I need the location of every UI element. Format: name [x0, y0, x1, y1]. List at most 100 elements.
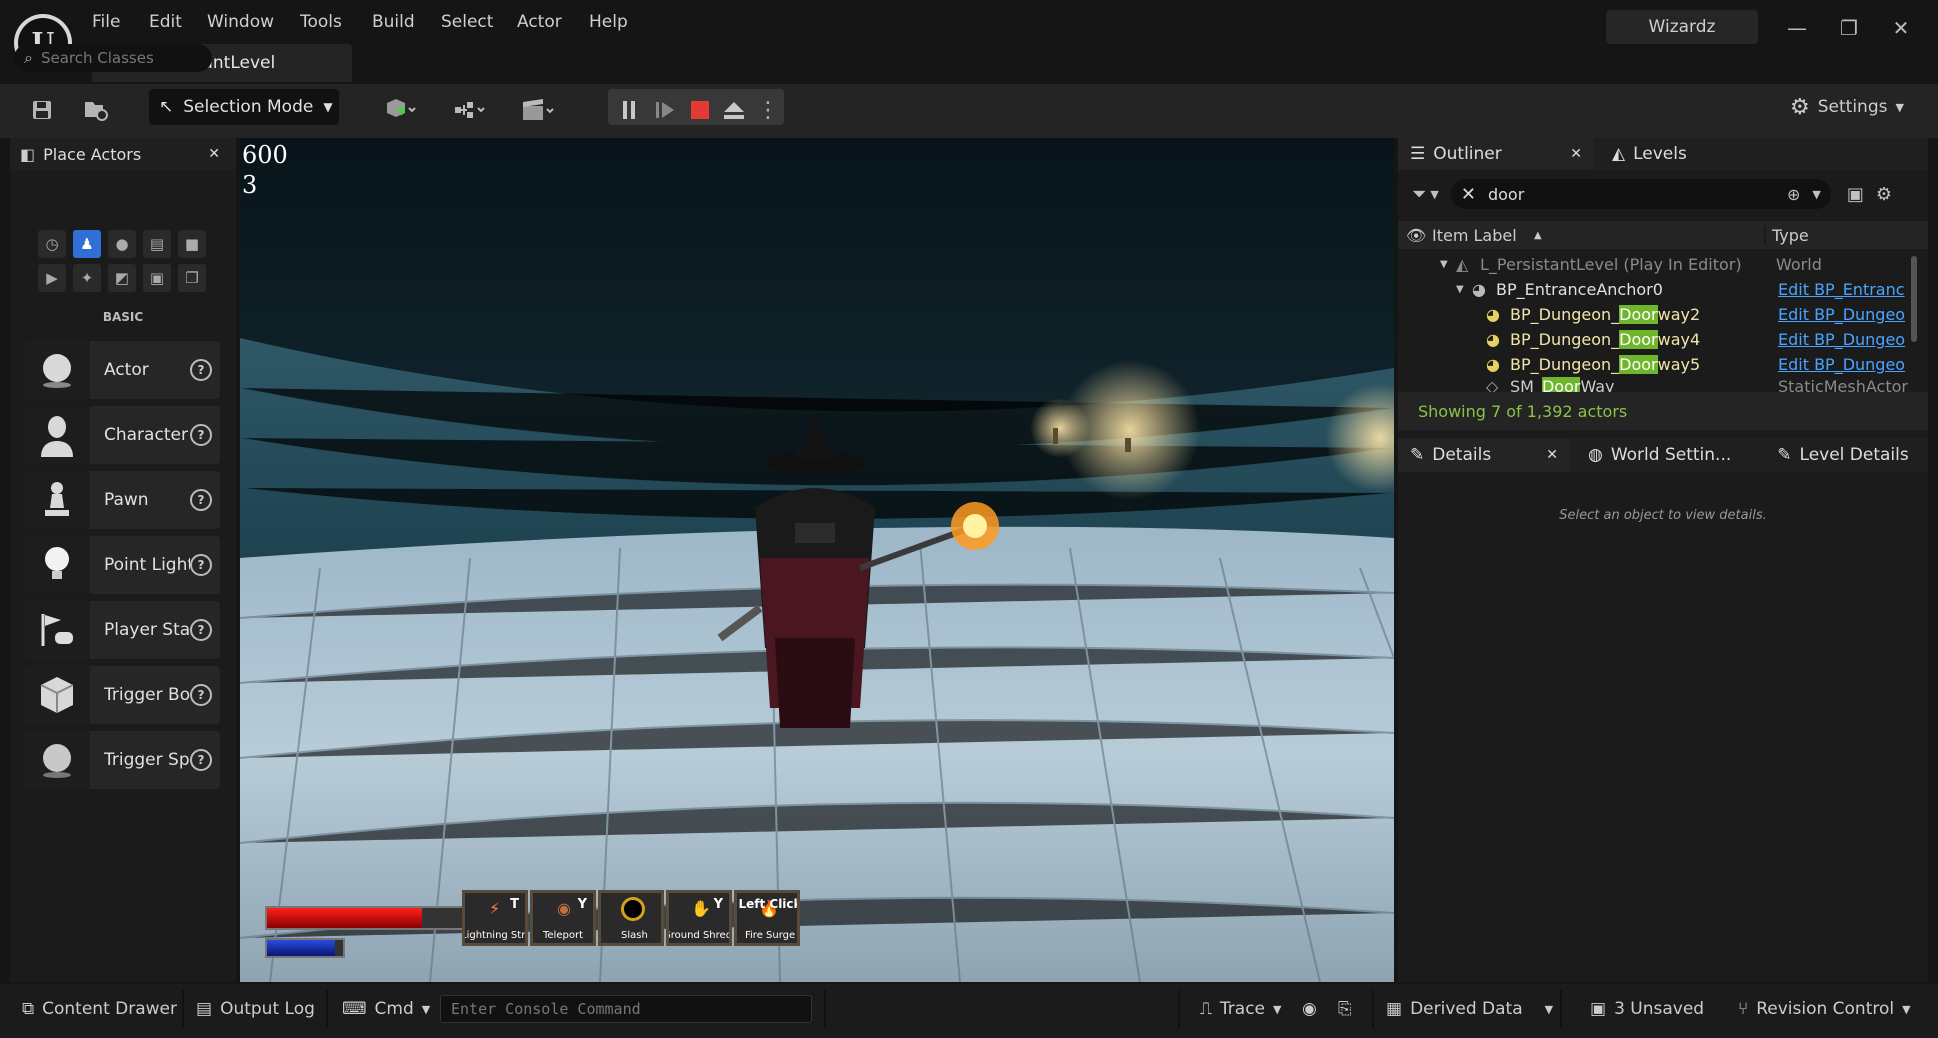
help-icon[interactable]: ?: [190, 424, 212, 446]
menu-actor[interactable]: Actor: [517, 12, 562, 36]
row-type-link[interactable]: Edit BP_Dungeo: [1778, 305, 1905, 324]
search-classes-input[interactable]: ⌕ Search Classes: [14, 44, 212, 72]
menu-select[interactable]: Select: [441, 12, 493, 36]
cmd-dropdown[interactable]: ⌨ Cmd ▼: [332, 994, 440, 1024]
outliner-scrollbar[interactable]: [1911, 256, 1917, 342]
collapse-icon[interactable]: ▼: [1456, 284, 1472, 295]
row-type: World: [1776, 255, 1822, 274]
ability-slot-ground-shred[interactable]: ✋ Y Ground Shred: [666, 890, 732, 946]
effects-icon[interactable]: ✦: [73, 264, 101, 292]
close-tab-icon[interactable]: ✕: [208, 146, 220, 162]
basic-icon[interactable]: ♟: [73, 230, 101, 258]
ability-slot-lightning[interactable]: ⚡ T Lightning Strike: [462, 890, 528, 946]
add-filter-icon[interactable]: ⊕: [1787, 185, 1800, 204]
outliner-row[interactable]: ◕ BP_Dungeon_Doorway4 Edit BP_Dungeo: [1398, 327, 1928, 352]
outliner-row[interactable]: ▼ ◭ L_PersistantLevel (Play In Editor) W…: [1398, 252, 1928, 277]
cinematics-icon[interactable]: [514, 92, 562, 128]
gear-icon[interactable]: ⚙: [1876, 184, 1892, 205]
tab-details[interactable]: ✎ Details ✕: [1398, 438, 1570, 472]
more-options-icon[interactable]: ⋮: [756, 92, 780, 128]
help-icon[interactable]: ?: [190, 684, 212, 706]
tab-levels[interactable]: ◭ Levels: [1602, 144, 1697, 164]
help-icon[interactable]: ?: [190, 749, 212, 771]
tab-level-details[interactable]: ✎ Level Details: [1767, 445, 1918, 465]
actor-item-trigger-sphere[interactable]: Trigger Sphere ?: [24, 731, 220, 789]
row-type-link[interactable]: Edit BP_Dungeo: [1778, 330, 1905, 349]
trace-icon: ⎍: [1200, 999, 1212, 1019]
camera-icon[interactable]: ⎘: [1334, 994, 1356, 1024]
menu-file[interactable]: File: [92, 12, 120, 36]
level-viewport[interactable]: 600 3 ⚡ T Lightning Strike ◉ Y Teleport …: [240, 138, 1394, 982]
stop-icon[interactable]: [685, 92, 715, 128]
visibility-icon[interactable]: 👁: [1406, 226, 1432, 245]
col-type[interactable]: Type: [1764, 225, 1809, 245]
derived-data-button[interactable]: ▦ Derived Data ▼: [1376, 994, 1563, 1024]
outliner-row[interactable]: ◕ BP_Dungeon_Doorway2 Edit BP_Dungeo: [1398, 302, 1928, 327]
settings-button[interactable]: ⚙ Settings ▼: [1790, 92, 1910, 122]
blueprint-icon[interactable]: [446, 92, 494, 128]
outliner-row[interactable]: ◇ SM_DoorWay StaticMeshActor: [1398, 377, 1928, 392]
collapse-icon[interactable]: ▼: [1440, 259, 1456, 270]
pause-icon[interactable]: [614, 92, 644, 128]
actor-item-pawn[interactable]: Pawn ?: [24, 471, 220, 529]
tab-outliner[interactable]: ☰ Outliner ✕: [1398, 138, 1594, 170]
add-actor-icon[interactable]: [376, 92, 424, 128]
clear-search-icon[interactable]: ✕: [1461, 184, 1476, 205]
restore-icon[interactable]: ❐: [1834, 14, 1864, 42]
unsaved-button[interactable]: ▣ 3 Unsaved: [1580, 994, 1714, 1024]
actor-item-actor[interactable]: Actor ?: [24, 341, 220, 399]
all-classes-icon[interactable]: ❐: [178, 264, 206, 292]
save-icon[interactable]: [24, 92, 60, 128]
outliner-search-input[interactable]: ✕ door ⊕ ▼: [1450, 179, 1831, 209]
menu-build[interactable]: Build: [372, 12, 415, 36]
trace-dropdown[interactable]: ⎍ Trace ▼: [1190, 994, 1291, 1024]
selection-mode-dropdown[interactable]: ↖ Selection Mode ▼: [149, 89, 339, 125]
lights-icon[interactable]: ●: [108, 230, 136, 258]
ability-slot-fire-surge[interactable]: 🔥 Left Click Fire Surge: [734, 890, 800, 946]
chevron-down-icon: ▼: [1430, 187, 1439, 201]
divider: [1372, 990, 1374, 1028]
row-type-link[interactable]: Edit BP_Dungeo: [1778, 355, 1905, 374]
ability-slot-teleport[interactable]: ◉ Y Teleport: [530, 890, 596, 946]
col-item-label[interactable]: Item Label: [1432, 226, 1534, 245]
volumes-icon[interactable]: ▶: [38, 264, 66, 292]
content-drawer-button[interactable]: ⧉ Content Drawer: [12, 994, 187, 1024]
tab-world-settings[interactable]: ◍ World Settin...: [1578, 445, 1741, 465]
new-folder-icon[interactable]: ▣: [1847, 184, 1864, 205]
eject-icon[interactable]: [719, 92, 749, 128]
browse-icon[interactable]: [78, 92, 114, 128]
cinematic-icon[interactable]: ▤: [143, 230, 171, 258]
actor-item-character[interactable]: Character ?: [24, 406, 220, 464]
help-icon[interactable]: ?: [190, 619, 212, 641]
geometry-icon[interactable]: ◩: [108, 264, 136, 292]
menu-tools[interactable]: Tools: [300, 12, 342, 36]
help-icon[interactable]: ?: [190, 489, 212, 511]
divider: [1178, 990, 1180, 1028]
record-icon[interactable]: ◉: [1298, 994, 1321, 1024]
menu-help[interactable]: Help: [589, 12, 628, 36]
ability-slot-slash[interactable]: Slash: [598, 890, 664, 946]
output-log-button[interactable]: ▤ Output Log: [186, 994, 325, 1024]
revision-control-button[interactable]: ⑂ Revision Control ▼: [1728, 994, 1921, 1024]
minimize-icon[interactable]: —: [1782, 14, 1812, 42]
actor-item-trigger-box[interactable]: Trigger Box ?: [24, 666, 220, 724]
filter-icon[interactable]: ⏷: [1412, 184, 1426, 205]
teleport-icon: ◉: [557, 899, 571, 918]
menu-window[interactable]: Window: [207, 12, 274, 36]
actor-item-point-light[interactable]: Point Light ?: [24, 536, 220, 594]
close-window-icon[interactable]: ✕: [1886, 14, 1916, 42]
help-icon[interactable]: ?: [190, 554, 212, 576]
shapes-icon[interactable]: ▣: [143, 264, 171, 292]
menu-edit[interactable]: Edit: [149, 12, 182, 36]
visual-effects-icon[interactable]: ■: [178, 230, 206, 258]
actor-item-player-start[interactable]: Player Start ?: [24, 601, 220, 659]
outliner-row[interactable]: ◕ BP_Dungeon_Doorway5 Edit BP_Dungeo: [1398, 352, 1928, 377]
close-tab-icon[interactable]: ✕: [1570, 146, 1582, 162]
recent-icon[interactable]: ◷: [38, 230, 66, 258]
help-icon[interactable]: ?: [190, 359, 212, 381]
close-tab-icon[interactable]: ✕: [1546, 447, 1558, 463]
outliner-row[interactable]: ▼ ◕ BP_EntranceAnchor0 Edit BP_Entranc: [1398, 277, 1928, 302]
console-input[interactable]: Enter Console Command: [440, 995, 812, 1023]
row-type-link[interactable]: Edit BP_Entranc: [1778, 280, 1905, 299]
advance-frame-icon[interactable]: [650, 92, 680, 128]
